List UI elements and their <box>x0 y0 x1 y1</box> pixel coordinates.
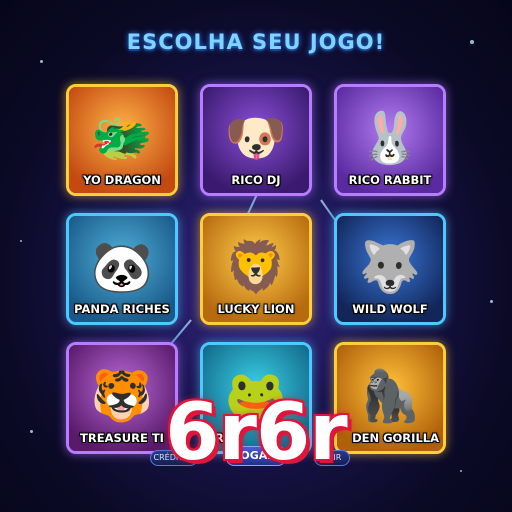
game-tile-wild-wolf[interactable]: 🐺 WILD WOLF <box>334 213 446 325</box>
rabbit-icon: 🐰 <box>358 108 422 167</box>
page-title: ESCOLHA SEU JOGO! <box>126 30 386 54</box>
wolf-icon: 🐺 <box>358 237 422 296</box>
game-label: RICO DJ <box>231 173 281 187</box>
panda-icon: 🐼 <box>90 237 154 296</box>
game-tile-lucky-lion[interactable]: 🦁 LUCKY LION <box>200 213 312 325</box>
dragon-icon: 🐲 <box>90 108 154 167</box>
game-label: YO DRAGON <box>83 173 161 187</box>
lion-icon: 🦁 <box>224 237 288 296</box>
game-tile-yo-dragon[interactable]: 🐲 YO DRAGON <box>66 84 178 196</box>
game-label: PANDA RICHES <box>74 302 170 316</box>
game-tile-rico-rabbit[interactable]: 🐰 RICO RABBIT <box>334 84 446 196</box>
game-tile-panda-riches[interactable]: 🐼 PANDA RICHES <box>66 213 178 325</box>
game-label: WILD WOLF <box>352 302 428 316</box>
overlay-watermark-text: 6r6r <box>165 388 347 478</box>
game-tile-rico-dj[interactable]: 🐶 RICO DJ <box>200 84 312 196</box>
game-label: RICO RABBIT <box>348 173 432 187</box>
dj-dog-icon: 🐶 <box>224 108 288 167</box>
game-label: LUCKY LION <box>217 302 295 316</box>
